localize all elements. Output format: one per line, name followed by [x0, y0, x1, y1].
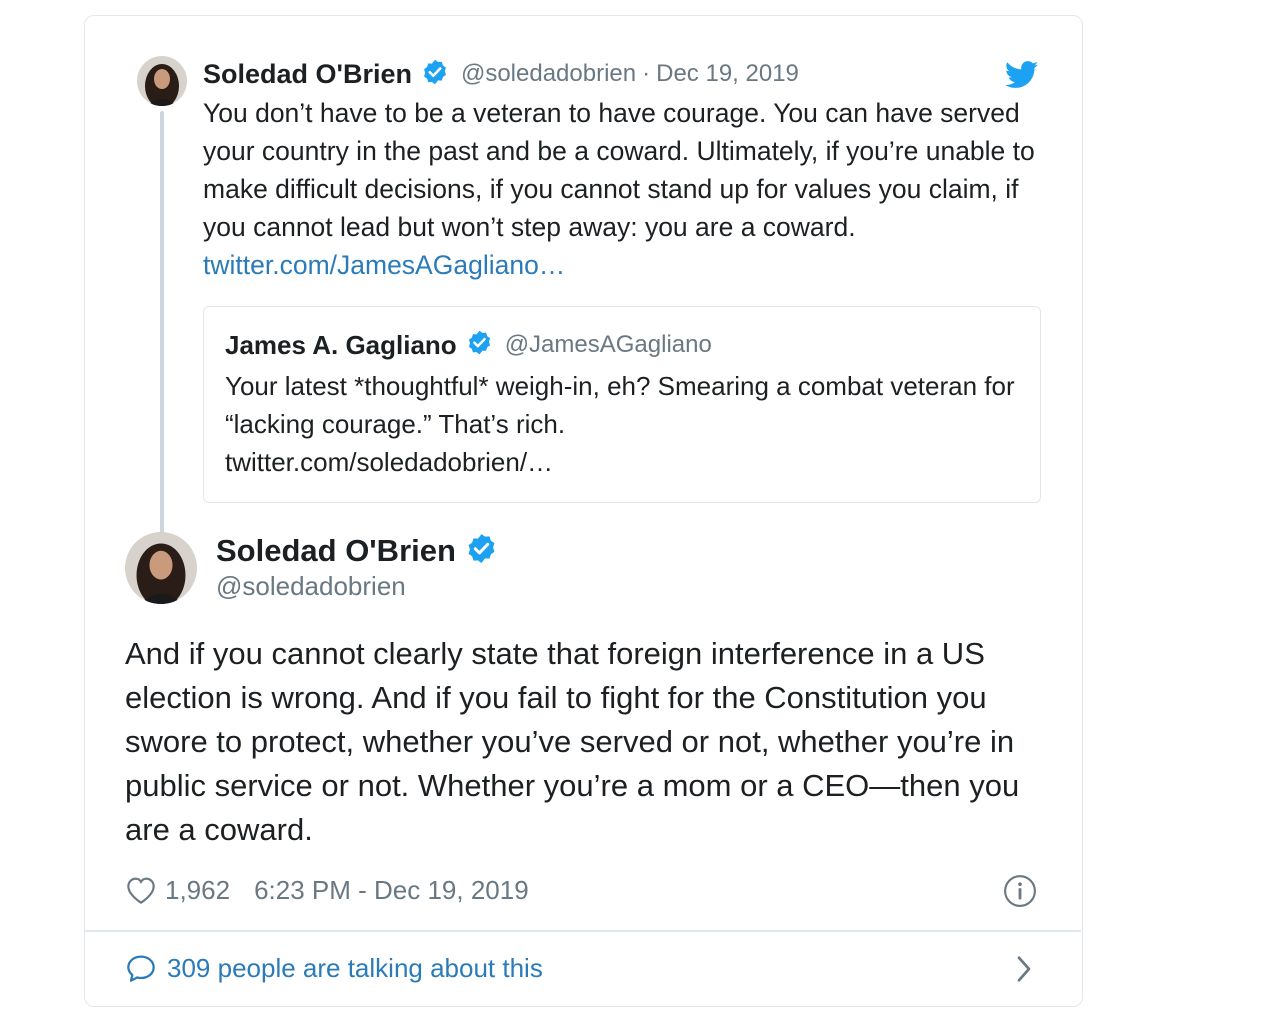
- conversation-link[interactable]: 309 people are talking about this: [125, 950, 543, 986]
- quoted-tweet-link: twitter.com/soledadobrien/…: [225, 447, 554, 477]
- embedded-tweet-card: Soledad O'Brien @soledadobrien · Dec 19,…: [84, 15, 1083, 1007]
- quoted-tweet-body: Your latest *thoughtful* weigh-in, eh? S…: [225, 371, 1015, 439]
- main-avatar[interactable]: [125, 532, 197, 604]
- parent-avatar[interactable]: [137, 56, 187, 106]
- heart-icon[interactable]: [125, 875, 157, 905]
- chevron-right-icon[interactable]: [1013, 954, 1035, 984]
- header-separator: ·: [642, 60, 651, 87]
- main-author-name[interactable]: Soledad O'Brien: [216, 533, 456, 569]
- main-tweet-text: And if you cannot clearly state that for…: [125, 636, 1020, 847]
- tweet-timestamp[interactable]: 6:23 PM - Dec 19, 2019: [254, 875, 529, 906]
- quoted-tweet-text: Your latest *thoughtful* weigh-in, eh? S…: [225, 367, 1015, 481]
- parent-tweet-link[interactable]: twitter.com/JamesAGagliano…: [203, 250, 565, 280]
- twitter-bird-icon[interactable]: [1005, 61, 1039, 89]
- footer-divider: [85, 930, 1081, 932]
- quoted-author-handle: @JamesAGagliano: [504, 331, 712, 358]
- parent-tweet-date[interactable]: Dec 19, 2019: [656, 60, 799, 88]
- main-author-row: Soledad O'Brien: [216, 531, 498, 571]
- parent-tweet-header: Soledad O'Brien @soledadobrien · Dec 19,…: [203, 56, 799, 92]
- person-photo-icon: [137, 56, 187, 106]
- parent-tweet-text: You don’t have to be a veteran to have c…: [203, 94, 1053, 284]
- parent-author-name[interactable]: Soledad O'Brien: [203, 59, 412, 90]
- info-icon[interactable]: [1003, 874, 1037, 908]
- like-count[interactable]: 1,962: [165, 875, 230, 906]
- parent-author-handle[interactable]: @soledadobrien: [461, 60, 636, 88]
- quoted-author-name: James A. Gagliano: [225, 329, 457, 360]
- verified-badge-icon: [465, 532, 498, 570]
- person-photo-icon: [125, 532, 197, 604]
- talking-about-label[interactable]: 309 people are talking about this: [167, 953, 543, 984]
- tweet-meta-row: 1,962 6:23 PM - Dec 19, 2019: [125, 872, 529, 908]
- quoted-tweet-header: James A. Gagliano @JamesAGagliano: [225, 327, 712, 363]
- verified-badge-icon: [421, 58, 449, 91]
- main-author-handle[interactable]: @soledadobrien: [216, 571, 406, 602]
- parent-tweet-body: You don’t have to be a veteran to have c…: [203, 98, 1035, 242]
- verified-badge-icon: [466, 329, 493, 361]
- thread-connector-line: [160, 111, 164, 534]
- quoted-tweet[interactable]: James A. Gagliano @JamesAGagliano Your l…: [203, 306, 1041, 503]
- speech-bubble-icon: [127, 955, 155, 982]
